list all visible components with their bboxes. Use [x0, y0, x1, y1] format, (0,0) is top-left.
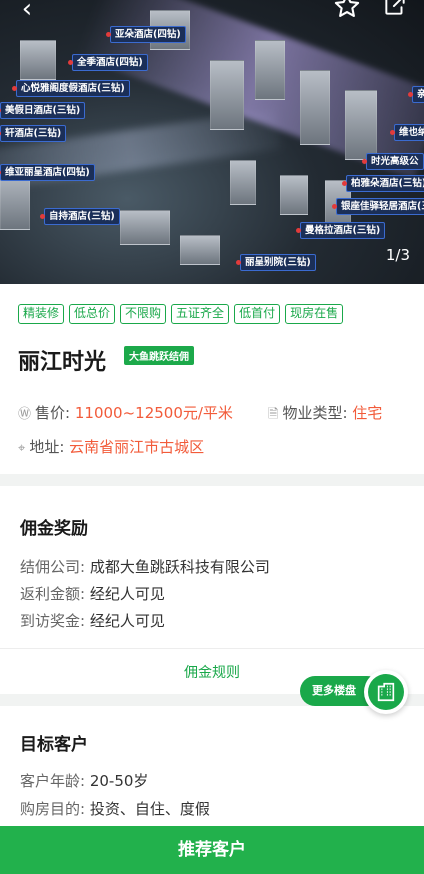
age-row: 客户年龄: 20-50岁	[20, 770, 148, 791]
more-properties-button[interactable]: 更多楼盘	[300, 670, 410, 714]
hotel-label: 亚朵酒店(四钻)	[106, 26, 186, 43]
divider	[0, 648, 424, 649]
property-title: 丽江时光	[18, 350, 107, 375]
property-type-value: 住宅	[352, 404, 383, 422]
address-value: 云南省丽江市古城区	[69, 438, 205, 456]
commission-title: 佣金奖励	[20, 519, 88, 539]
price-label: 售价:	[35, 404, 71, 422]
hotel-label: 柏雅朵酒店(三钻)	[341, 175, 424, 192]
hotel-label: 美假日酒店(三钻)	[0, 102, 86, 119]
commission-section: 佣金奖励 结佣公司: 成都大鱼跳跃科技有限公司 返利金额: 经纪人可见 到访奖金…	[0, 486, 424, 694]
feature-tag: 不限购	[120, 304, 167, 324]
property-type-label: 物业类型:	[282, 404, 348, 422]
purpose-value: 投资、自住、度假	[89, 800, 210, 818]
visit-bonus-value: 经纪人可见	[89, 612, 165, 630]
company-row: 结佣公司: 成都大鱼跳跃科技有限公司	[20, 556, 270, 577]
building	[20, 40, 56, 80]
building	[255, 40, 285, 100]
building	[210, 60, 244, 130]
building	[280, 175, 308, 215]
price-value: 11000~12500元/平米	[74, 404, 233, 422]
hotel-label: 银座佳驿轻居酒店(三	[332, 198, 424, 215]
visit-bonus-label: 到访奖金:	[20, 612, 86, 630]
feature-tag: 五证齐全	[171, 304, 230, 324]
hotel-label: 亲	[408, 86, 424, 103]
company-label: 结佣公司:	[20, 558, 86, 576]
hotel-label: 自持酒店(三钻)	[40, 208, 120, 225]
visit-bonus-row: 到访奖金: 经纪人可见	[20, 610, 165, 631]
building	[300, 70, 330, 145]
address-row[interactable]: ⌖ 地址: 云南省丽江市古城区	[18, 436, 204, 457]
building-icon	[368, 674, 404, 710]
company-value: 成都大鱼跳跃科技有限公司	[89, 558, 270, 576]
hotel-label: 维也纳	[390, 124, 424, 141]
hotel-label: 维亚丽呈酒店(四钻)	[0, 164, 95, 181]
property-type-row: 🗎 物业类型: 住宅	[268, 402, 382, 427]
location-icon: ⌖	[18, 441, 26, 456]
property-detail-page: 亚朵酒店(四钻) 全季酒店(四钻) 心悦雅阁度假酒店(三钻) 美假日酒店(三钻)…	[0, 0, 424, 874]
building	[180, 235, 220, 265]
property-info-card: 精装修 低总价 不限购 五证齐全 低首付 现房在售 丽江时光 大鱼跳跃结佣 Ⓦ 售…	[0, 284, 424, 474]
hotel-label: 心悦雅阁度假酒店(三钻)	[12, 80, 130, 97]
hero-image[interactable]: 亚朵酒店(四钻) 全季酒店(四钻) 心悦雅阁度假酒店(三钻) 美假日酒店(三钻)…	[0, 0, 424, 284]
feature-tag: 精装修	[18, 304, 65, 324]
age-label: 客户年龄:	[20, 772, 86, 790]
hotel-label: 轩酒店(三钻)	[0, 125, 67, 142]
feature-tag: 现房在售	[285, 304, 344, 324]
hotel-label: 曼格拉酒店(三钻)	[295, 222, 386, 239]
document-icon: 🗎	[268, 407, 279, 422]
building	[230, 160, 256, 205]
yen-icon: Ⓦ	[18, 407, 32, 422]
building	[120, 210, 170, 245]
commission-badge: 大鱼跳跃结佣	[124, 346, 194, 365]
purpose-label: 购房目的:	[20, 800, 86, 818]
target-title: 目标客户	[20, 735, 88, 755]
rebate-value: 经纪人可见	[89, 585, 165, 603]
hotel-label: 时光高级公	[362, 153, 424, 170]
price-row: Ⓦ 售价: 11000~12500元/平米	[18, 402, 233, 423]
rebate-label: 返利金额:	[20, 585, 86, 603]
building	[345, 90, 377, 160]
address-label: 地址:	[29, 438, 65, 456]
rebate-row: 返利金额: 经纪人可见	[20, 583, 165, 604]
image-counter: 1/3	[385, 246, 410, 264]
hotel-label: 全季酒店(四钻)	[68, 54, 148, 71]
recommend-customer-button[interactable]: 推荐客户	[0, 826, 424, 874]
star-icon[interactable]	[330, 0, 364, 24]
purpose-row: 购房目的: 投资、自住、度假	[20, 798, 210, 819]
back-arrow-icon[interactable]: ‹	[10, 0, 44, 24]
feature-tag: 低首付	[234, 304, 281, 324]
age-value: 20-50岁	[89, 772, 149, 790]
more-properties-circle[interactable]	[364, 670, 408, 714]
feature-tags: 精装修 低总价 不限购 五证齐全 低首付 现房在售	[18, 304, 344, 324]
share-icon[interactable]	[378, 0, 412, 24]
hotel-label: 丽呈别院(三钻)	[236, 254, 316, 271]
feature-tag: 低总价	[69, 304, 116, 324]
